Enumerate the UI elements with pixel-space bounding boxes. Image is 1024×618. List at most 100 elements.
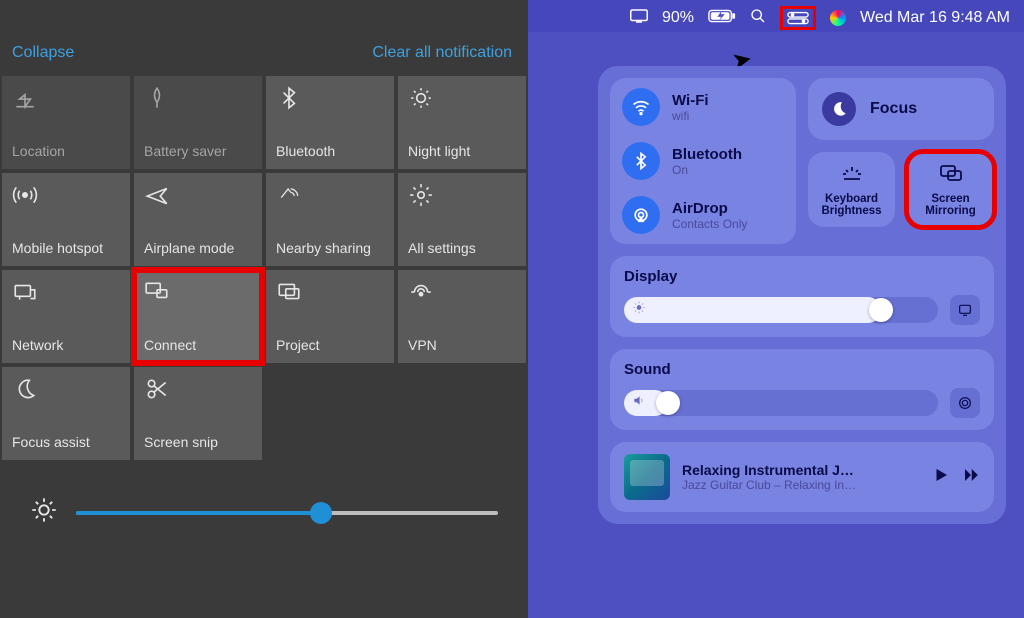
- tile-network[interactable]: Network: [2, 270, 130, 363]
- mac-menubar: 90% Wed Mar 16 9:48 AM: [528, 0, 1024, 32]
- brightness-thumb[interactable]: [310, 502, 332, 524]
- keyboard-brightness-icon: [840, 162, 864, 187]
- brightness-fill: [76, 511, 321, 515]
- speaker-icon: [632, 394, 646, 413]
- tile-label: Network: [12, 337, 120, 353]
- spotlight-search-icon[interactable]: [750, 8, 766, 29]
- next-icon[interactable]: [962, 466, 980, 489]
- airdrop-title: AirDrop: [672, 200, 747, 217]
- bluetooth-row[interactable]: Bluetooth On: [622, 142, 784, 180]
- clear-notifications-button[interactable]: Clear all notification: [372, 44, 512, 62]
- bluetooth-icon: [276, 84, 384, 112]
- battery-icon[interactable]: [708, 9, 736, 28]
- screen-mirroring-menubar-icon[interactable]: [630, 9, 648, 28]
- tile-label: Connect: [144, 337, 252, 353]
- mac-desktop: 90% Wed Mar 16 9:48 AM ➤ Wi-Fi wifi: [528, 0, 1024, 618]
- tile-label: Night light: [408, 143, 516, 159]
- tile-label: Project: [276, 337, 384, 353]
- connect-icon: [144, 278, 252, 306]
- control-center-menubar-icon[interactable]: [780, 6, 816, 30]
- location-icon: [12, 84, 120, 112]
- display-fill: [624, 297, 881, 323]
- tile-label: Mobile hotspot: [12, 240, 120, 256]
- display-knob[interactable]: [869, 298, 893, 322]
- airplane-icon: [144, 181, 252, 209]
- tile-label: All settings: [408, 240, 516, 256]
- moon-icon: [12, 375, 120, 403]
- action-center-header: Collapse Clear all notification: [0, 0, 528, 76]
- quick-actions-grid: Location Battery saver Bluetooth Night l…: [0, 76, 528, 460]
- tile-night-light[interactable]: Night light: [398, 76, 526, 169]
- wifi-title: Wi-Fi: [672, 92, 709, 109]
- moon-icon: [822, 92, 856, 126]
- airplay-audio-icon[interactable]: [950, 388, 980, 418]
- track-subtitle: Jazz Guitar Club – Relaxing In…: [682, 478, 920, 492]
- bluetooth-title: Bluetooth: [672, 146, 742, 163]
- tile-airplane-mode[interactable]: Airplane mode: [134, 173, 262, 266]
- tile-location[interactable]: Location: [2, 76, 130, 169]
- focus-label: Focus: [870, 100, 917, 118]
- collapse-button[interactable]: Collapse: [12, 44, 74, 62]
- sun-icon: [632, 301, 646, 320]
- airdrop-row[interactable]: AirDrop Contacts Only: [622, 196, 784, 234]
- tile-connect[interactable]: Connect: [134, 270, 262, 363]
- display-title: Display: [624, 268, 980, 285]
- brightness-icon: [30, 496, 58, 529]
- tile-label: Nearby sharing: [276, 240, 384, 256]
- tile-label: Bluetooth: [276, 143, 384, 159]
- screen-mirroring-icon: [939, 162, 963, 187]
- track-title: Relaxing Instrumental J…: [682, 462, 920, 478]
- sound-slider[interactable]: [624, 390, 938, 416]
- sound-knob[interactable]: [656, 391, 680, 415]
- tile-label: Focus assist: [12, 434, 120, 450]
- windows-action-center: Collapse Clear all notification Location…: [0, 0, 528, 618]
- control-center-panel: Wi-Fi wifi Bluetooth On AirDrop: [598, 66, 1006, 524]
- display-card: Display: [610, 256, 994, 337]
- tile-screen-snip[interactable]: Screen snip: [134, 367, 262, 460]
- brightness-row: [0, 460, 528, 559]
- display-options-icon[interactable]: [950, 295, 980, 325]
- tile-mobile-hotspot[interactable]: Mobile hotspot: [2, 173, 130, 266]
- playback-controls: [932, 466, 980, 489]
- mini-label: Keyboard Brightness: [814, 193, 889, 217]
- mini-label: Screen Mirroring: [913, 193, 988, 217]
- focus-card[interactable]: Focus: [808, 78, 994, 140]
- display-slider[interactable]: [624, 297, 938, 323]
- wifi-row[interactable]: Wi-Fi wifi: [622, 88, 784, 126]
- tile-nearby-sharing[interactable]: Nearby sharing: [266, 173, 394, 266]
- siri-icon[interactable]: [830, 10, 846, 26]
- right-stack: Focus Keyboard Brightness Screen Mirrori…: [808, 78, 994, 244]
- tile-project[interactable]: Project: [266, 270, 394, 363]
- project-icon: [276, 278, 384, 306]
- vpn-icon: [408, 278, 516, 306]
- tile-all-settings[interactable]: All settings: [398, 173, 526, 266]
- tile-label: Screen snip: [144, 434, 252, 450]
- leaf-icon: [144, 84, 252, 112]
- battery-percent: 90%: [662, 9, 694, 27]
- wifi-icon: [622, 88, 660, 126]
- network-icon: [12, 278, 120, 306]
- album-art: [624, 454, 670, 500]
- sound-card: Sound: [610, 349, 994, 430]
- tile-focus-assist[interactable]: Focus assist: [2, 367, 130, 460]
- screen-mirroring-button[interactable]: Screen Mirroring: [907, 152, 994, 227]
- night-light-icon: [408, 84, 516, 112]
- airdrop-icon: [622, 196, 660, 234]
- mini-row: Keyboard Brightness Screen Mirroring: [808, 152, 994, 227]
- tile-label: Airplane mode: [144, 240, 252, 256]
- now-playing-text: Relaxing Instrumental J… Jazz Guitar Clu…: [682, 462, 920, 492]
- tile-bluetooth[interactable]: Bluetooth: [266, 76, 394, 169]
- keyboard-brightness-button[interactable]: Keyboard Brightness: [808, 152, 895, 227]
- menubar-datetime[interactable]: Wed Mar 16 9:48 AM: [860, 9, 1010, 27]
- scissors-icon: [144, 375, 252, 403]
- now-playing-card[interactable]: Relaxing Instrumental J… Jazz Guitar Clu…: [610, 442, 994, 512]
- connectivity-card: Wi-Fi wifi Bluetooth On AirDrop: [610, 78, 796, 244]
- tile-label: Location: [12, 143, 120, 159]
- wifi-text: Wi-Fi wifi: [672, 92, 709, 123]
- brightness-slider[interactable]: [76, 511, 498, 515]
- play-icon[interactable]: [932, 466, 950, 489]
- wifi-status: wifi: [672, 109, 709, 123]
- tile-battery-saver[interactable]: Battery saver: [134, 76, 262, 169]
- bluetooth-status: On: [672, 163, 742, 177]
- tile-vpn[interactable]: VPN: [398, 270, 526, 363]
